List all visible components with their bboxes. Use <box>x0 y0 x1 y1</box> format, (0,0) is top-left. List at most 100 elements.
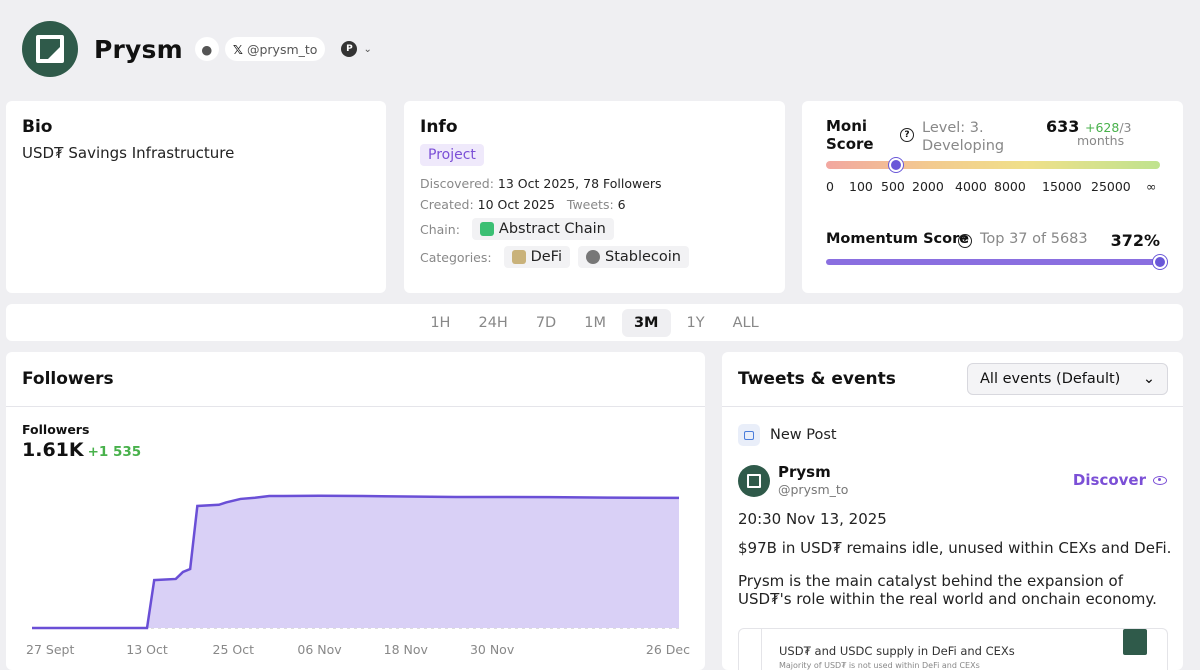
chevron-down-icon[interactable]: ⌄ <box>363 44 371 55</box>
category-defi: DeFi <box>530 249 562 265</box>
moni-level: Level: 3. Developing <box>922 120 1005 154</box>
globe-icon: ● <box>201 41 213 57</box>
twitter-handle: @prysm_to <box>246 41 318 57</box>
followers-chart[interactable]: 27 Sept 13 Oct 25 Oct 06 Nov 18 Nov 30 Nov 26 … <box>6 472 705 670</box>
moni-score-title: Moni Score <box>826 117 874 153</box>
x-tick-label: 27 Sept <box>26 642 74 657</box>
discover-label: Discover <box>1072 471 1146 489</box>
project-logo <box>22 21 78 77</box>
bio-card: Bio USD₮ Savings Infrastructure <box>6 101 386 293</box>
website-link[interactable]: ● <box>194 37 219 61</box>
moni-score-marker <box>889 158 903 172</box>
project-tag: Project <box>420 144 484 166</box>
avatar[interactable] <box>738 465 770 497</box>
moni-score-card: Moni Score ? Level: 3. Developing 633 +6… <box>802 101 1183 293</box>
followers-header: Followers <box>6 352 705 407</box>
stablecoin-icon <box>586 250 600 264</box>
tweets-value: 6 <box>617 197 626 212</box>
tweet-author[interactable]: Prysm <box>778 463 831 481</box>
categories-label: Categories: <box>420 249 492 265</box>
timeframe-1m[interactable]: 1M <box>572 309 618 337</box>
new-post-label: New Post <box>770 427 837 443</box>
bio-text: USD₮ Savings Infrastructure <box>22 144 235 162</box>
twitter-handle-link[interactable]: 𝕏 @prysm_to <box>224 37 326 61</box>
new-post-event: New Post <box>738 424 837 446</box>
scale-tick: ∞ <box>1146 179 1157 194</box>
chain-label: Chain: <box>420 221 460 237</box>
scale-tick: 15000 <box>1042 179 1082 194</box>
scale-tick: 100 <box>849 179 873 194</box>
scale-tick: 8000 <box>994 179 1026 194</box>
timeframe-1h[interactable]: 1H <box>418 309 462 337</box>
timeframe-3m[interactable]: 3M <box>621 308 671 337</box>
scale-tick: 500 <box>881 179 905 194</box>
timeframe-1y[interactable]: 1Y <box>675 309 717 337</box>
x-tick-label: 18 Nov <box>384 642 429 657</box>
category-pill-stablecoin[interactable]: Stablecoin <box>578 246 689 268</box>
followers-area <box>32 495 679 628</box>
momentum-bar <box>826 259 1160 265</box>
help-icon[interactable]: ? <box>900 128 914 142</box>
events-filter-value: All events (Default) <box>980 371 1121 387</box>
scale-tick: 25000 <box>1091 179 1131 194</box>
tweet-author-handle[interactable]: @prysm_to <box>778 482 848 497</box>
chain-pill[interactable]: Abstract Chain <box>471 218 614 240</box>
followers-count: 1.61K <box>22 439 84 461</box>
momentum-row: Momentum Score ? Top 37 of 5683 372% <box>826 231 1160 251</box>
chat-bubble-icon <box>738 424 760 446</box>
tweet-date: 20:30 Nov 13, 2025 <box>738 510 887 528</box>
scale-tick: 0 <box>826 179 834 194</box>
tweet-embedded-image[interactable]: USD₮ and USDC supply in DeFi and CEXs Ma… <box>738 628 1168 670</box>
x-icon: 𝕏 <box>232 41 243 57</box>
momentum-rank: Top 37 of 5683 <box>980 231 1088 247</box>
timeframe-selector: 1H 24H 7D 1M 3M 1Y ALL <box>6 304 1183 341</box>
profile-header: Prysm ● 𝕏 @prysm_to P ⌄ <box>22 20 372 78</box>
timeframe-all[interactable]: ALL <box>721 309 771 337</box>
followers-value: 1.61K +1 535 <box>22 439 141 461</box>
chain-value: Abstract Chain <box>498 221 606 237</box>
followers-card: Followers Followers 1.61K +1 535 27 Sept 1… <box>6 352 705 670</box>
x-tick-label: 30 Nov <box>470 642 515 657</box>
created-row: Created: 10 Oct 2025 Tweets: 6 <box>420 197 769 212</box>
prysm-logo-icon <box>1123 629 1147 655</box>
x-tick-label: 13 Oct <box>126 642 168 657</box>
events-filter-select[interactable]: All events (Default) ⌄ <box>967 363 1168 395</box>
scale-tick: 4000 <box>955 179 987 194</box>
discovered-label: Discovered: <box>420 176 494 191</box>
created-label: Created: <box>420 197 474 212</box>
help-icon[interactable]: ? <box>958 234 972 248</box>
followers-title: Followers <box>22 369 114 389</box>
momentum-marker <box>1153 255 1167 269</box>
timeframe-24h[interactable]: 24H <box>466 309 519 337</box>
project-name: Prysm <box>94 34 183 64</box>
x-tick-label: 26 Dec <box>646 642 690 657</box>
bio-title: Bio <box>22 117 53 137</box>
tweets-card: Tweets & events All events (Default) ⌄ N… <box>722 352 1183 670</box>
discover-button[interactable]: Discover <box>1073 471 1167 489</box>
tweet-text-line2: Prysm is the main catalyst behind the ex… <box>738 572 1157 608</box>
scale-tick: 2000 <box>912 179 944 194</box>
tweets-label: Tweets: <box>566 197 614 212</box>
moni-head: Moni Score ? Level: 3. Developing 633 +6… <box>826 117 1159 161</box>
followers-label: Followers <box>22 422 90 437</box>
defi-icon <box>511 250 526 264</box>
platform-flag-icon[interactable]: P <box>341 41 358 57</box>
discovered-row: Discovered: 13 Oct 2025, 78 Followers <box>420 176 769 191</box>
info-card: Info Project Discovered: 13 Oct 2025, 78… <box>404 101 785 293</box>
moni-score-scale <box>826 161 1160 169</box>
created-value: 10 Oct 2025 <box>477 197 555 212</box>
eye-icon <box>1153 475 1167 485</box>
followers-delta: +1 535 <box>87 444 142 460</box>
info-title: Info <box>420 117 458 137</box>
prysm-logo-icon <box>36 35 64 63</box>
category-pill-defi[interactable]: DeFi <box>503 246 570 268</box>
x-tick-label: 25 Oct <box>213 642 255 657</box>
abstract-chain-icon <box>479 222 494 236</box>
momentum-title: Momentum Score <box>826 231 970 247</box>
moni-score-value: 633 <box>1046 117 1080 136</box>
chain-row: Chain: Abstract Chain <box>420 218 769 240</box>
timeframe-7d[interactable]: 7D <box>524 309 568 337</box>
momentum-percent: 372% <box>1110 231 1160 250</box>
embed-title: USD₮ and USDC supply in DeFi and CEXs <box>779 644 1015 658</box>
moni-months: months <box>1077 133 1125 148</box>
